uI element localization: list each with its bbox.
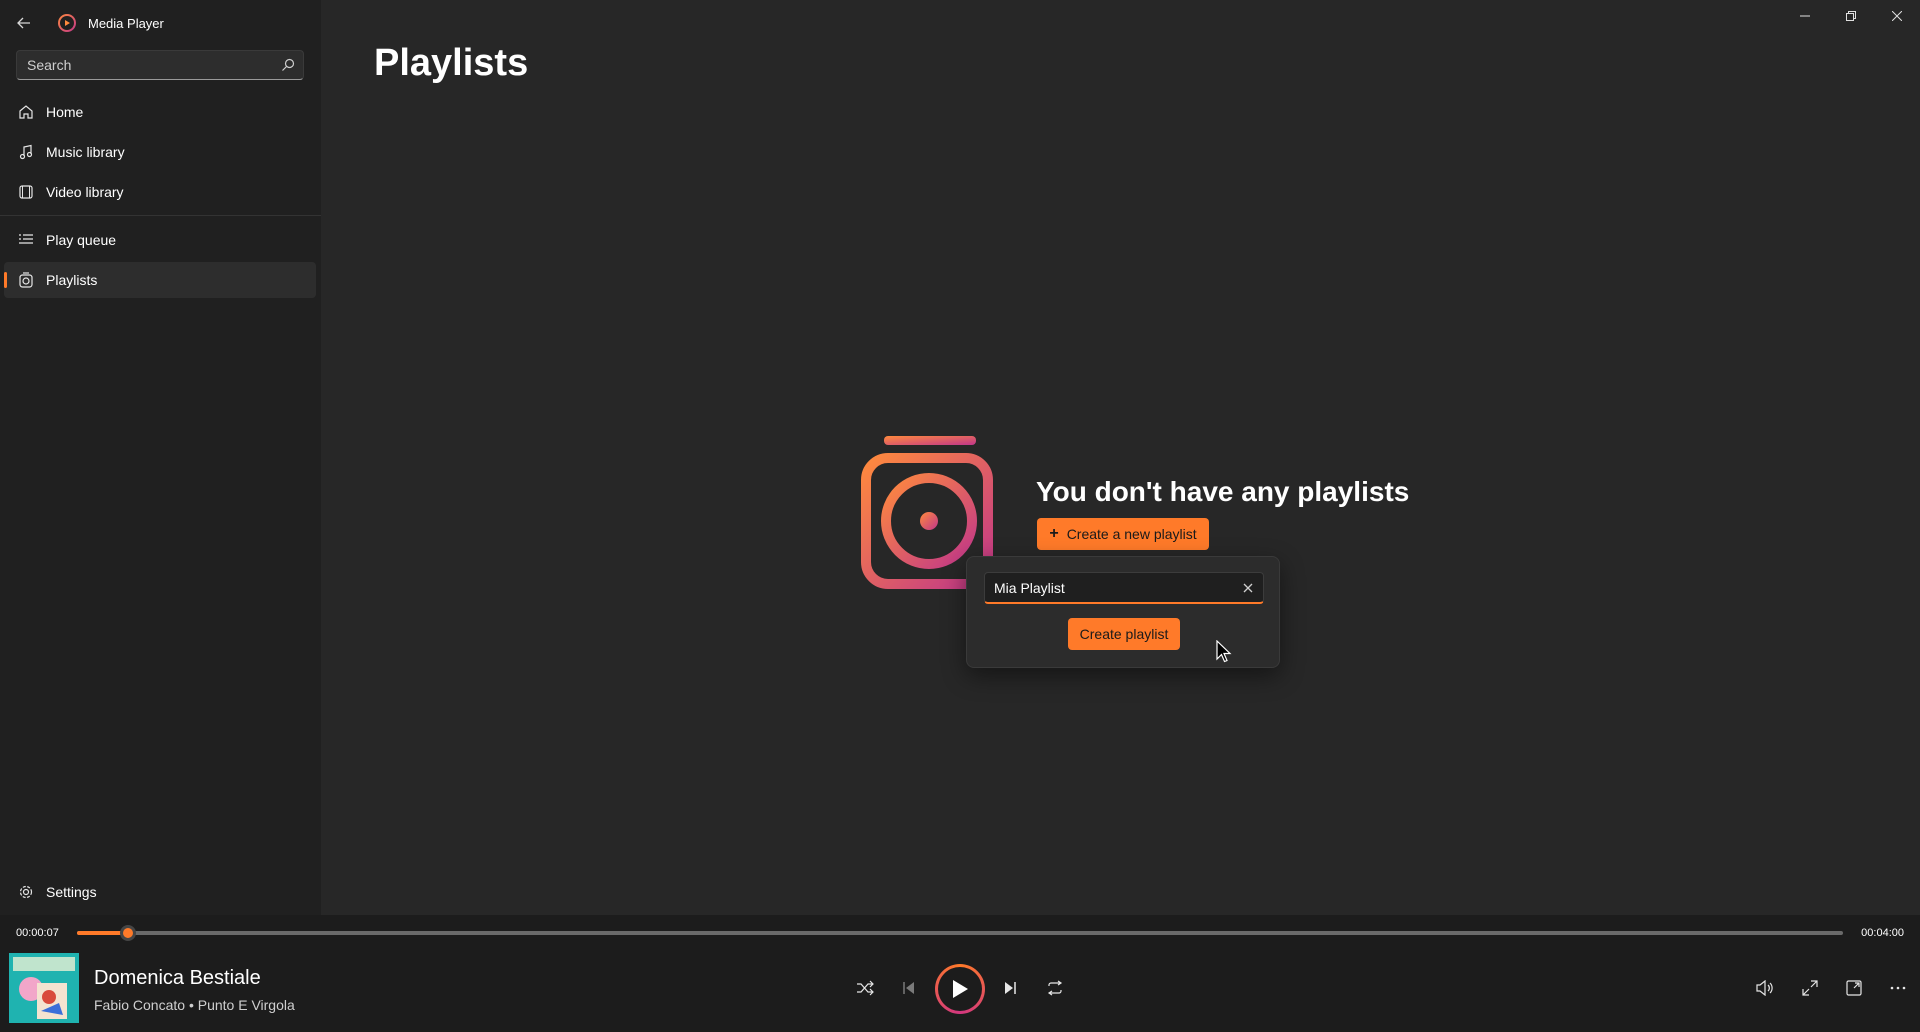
sidebar-item-label: Music library [46,144,125,160]
app-title: Media Player [88,16,164,31]
music-note-icon [6,144,46,160]
volume-button[interactable] [1749,972,1781,1004]
next-button[interactable] [994,972,1026,1004]
mini-player-icon [1846,980,1862,996]
queue-icon [6,232,46,248]
sidebar-item-play-queue[interactable]: Play queue [4,222,316,258]
fullscreen-button[interactable] [1794,972,1826,1004]
sidebar-item-label: Playlists [46,272,98,288]
create-playlist-button[interactable]: Create playlist [1068,618,1180,650]
playlist-name-field[interactable] [984,572,1264,604]
sidebar-item-video-library[interactable]: Video library [4,174,316,210]
sidebar-item-playlists[interactable]: Playlists [4,262,316,298]
sidebar-item-label: Home [46,104,84,120]
plus-icon: + [1049,525,1059,542]
playlist-name-input[interactable] [985,579,1233,596]
repeat-button[interactable] [1039,972,1071,1004]
expand-icon [1802,980,1818,996]
clear-input-button[interactable] [1233,573,1263,603]
shuffle-icon [857,980,874,996]
gear-icon [6,884,46,900]
close-icon [1243,583,1253,592]
song-artist[interactable]: Fabio Concato • Punto E Virgola [94,997,295,1013]
back-arrow-icon [17,17,30,29]
search-input[interactable] [17,57,273,73]
media-player-window: Media Player Home Music library [0,0,1920,1032]
title-bar: Media Player [0,0,321,46]
mouse-cursor-icon [1216,640,1232,663]
film-icon [6,184,46,200]
current-time: 00:00:07 [16,927,59,939]
repeat-icon [1047,980,1063,996]
search-icon[interactable] [273,58,303,72]
sidebar-item-settings[interactable]: Settings [4,874,316,910]
window-controls [1782,0,1920,32]
sidebar-item-music-library[interactable]: Music library [4,134,316,170]
total-time: 00:04:00 [1861,927,1904,939]
more-options-button[interactable] [1882,972,1914,1004]
song-title[interactable]: Domenica Bestiale [94,967,261,990]
minimize-button[interactable] [1782,0,1828,32]
previous-button[interactable] [893,972,925,1004]
sidebar-item-label: Video library [46,184,124,200]
settings-label: Settings [46,884,97,900]
next-icon [1005,982,1016,994]
create-new-playlist-label: Create a new playlist [1066,526,1197,542]
create-playlist-flyout: Create playlist [966,556,1280,668]
volume-icon [1756,980,1773,996]
player-bar: 00:00:07 00:04:00 Domenica Bestiale Fabi… [0,915,1920,1032]
close-button[interactable] [1874,0,1920,32]
seek-bar[interactable] [77,925,1843,941]
app-logo-icon [58,14,76,32]
play-icon [953,980,968,998]
album-art[interactable] [9,953,79,1023]
create-new-playlist-button[interactable]: + Create a new playlist [1037,518,1209,550]
sidebar: Media Player Home Music library [0,0,321,915]
close-icon [1892,11,1902,21]
empty-state-heading: You don't have any playlists [1036,476,1410,507]
seek-bar-thumb[interactable] [120,925,137,941]
restore-icon [1846,11,1856,21]
sidebar-item-label: Play queue [46,232,117,248]
previous-icon [903,982,914,994]
search-box[interactable] [16,50,304,80]
shuffle-button[interactable] [849,972,881,1004]
back-button[interactable] [10,11,38,35]
restore-button[interactable] [1828,0,1874,32]
more-icon [1890,986,1906,990]
page-title: Playlists [374,42,529,84]
play-button[interactable] [935,964,985,1014]
minimize-icon [1800,15,1810,17]
sidebar-divider [0,215,321,216]
mini-player-button[interactable] [1838,972,1870,1004]
home-icon [6,104,46,120]
sidebar-item-home[interactable]: Home [4,94,316,130]
playlist-icon [6,272,46,288]
